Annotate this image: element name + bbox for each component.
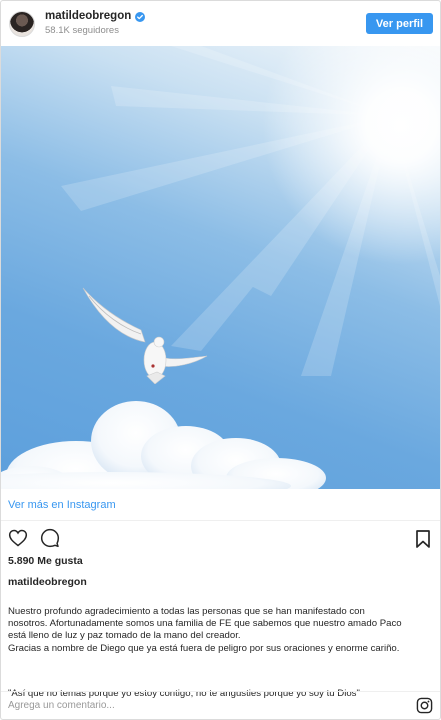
avatar[interactable] [9,10,35,37]
username[interactable]: matildeobregon [45,10,131,24]
instagram-embed-card: matildeobregon 58.1K seguidores Ver perf… [0,0,441,720]
bookmark-icon[interactable] [414,529,432,549]
heart-icon[interactable] [8,528,28,548]
like-count[interactable]: 5.890 Me gusta [1,553,440,571]
post-header: matildeobregon 58.1K seguidores Ver perf… [1,1,440,46]
verified-badge-icon [135,12,146,23]
view-more-row: Ver más en Instagram [1,489,440,521]
action-bar [1,523,440,553]
view-profile-button[interactable]: Ver perfil [365,13,433,34]
comment-input[interactable] [8,700,416,711]
follower-count: 58.1K seguidores [45,25,119,37]
instagram-logo-icon[interactable] [416,697,433,714]
caption: Nuestro profundo agradecimiento a todas … [1,592,440,682]
dove-icon [82,287,208,384]
caption-line: está lleno de luz y paz tomado de la man… [8,630,241,642]
post-image[interactable] [1,46,440,489]
cloud [1,401,326,489]
caption-line: Nuestro profundo agradecimiento a todas … [8,606,365,617]
caption-line: Gracias a nombre de Diego que ya está fu… [8,642,400,654]
caption-author[interactable]: matildeobregon [1,571,440,592]
comment-bar [1,691,440,719]
comment-icon[interactable] [40,528,60,548]
caption-line: nosotros. Afortunadamente somos una fami… [8,618,402,630]
view-more-link[interactable]: Ver más en Instagram [8,499,116,511]
username-row: matildeobregon [45,10,146,24]
user-info: matildeobregon 58.1K seguidores [45,10,146,37]
